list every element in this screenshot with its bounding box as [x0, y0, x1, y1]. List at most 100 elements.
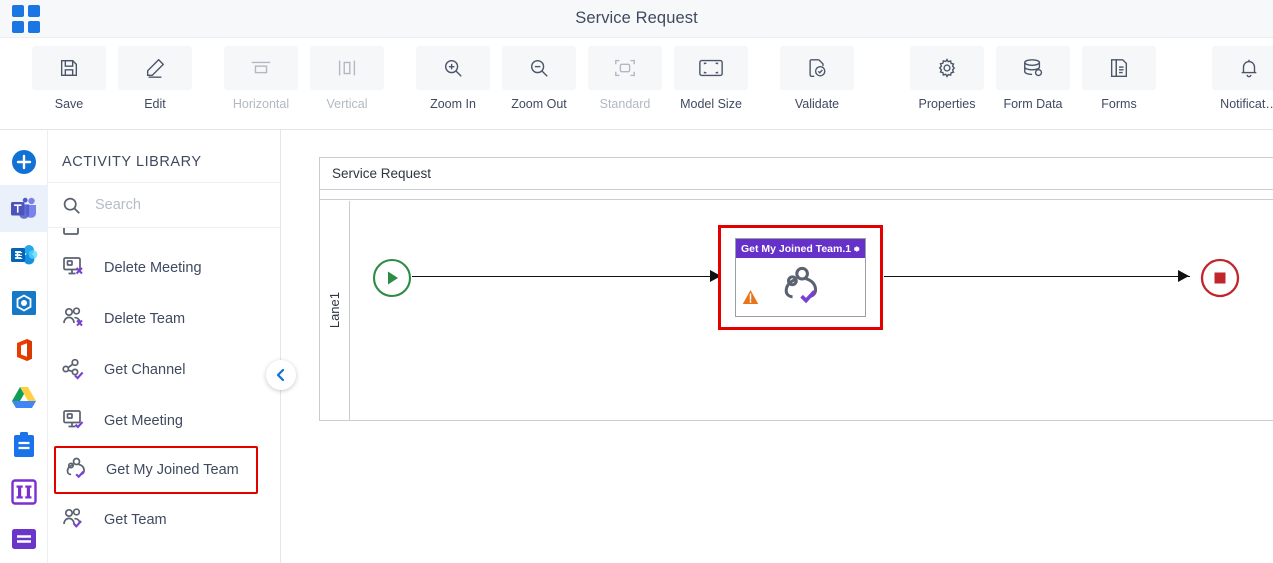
- document-icon: [1082, 46, 1156, 90]
- toolbar-label: Zoom In: [430, 97, 476, 111]
- ms-sharepoint-icon: [11, 291, 36, 316]
- rail-item-microsoft-office[interactable]: [0, 327, 48, 374]
- toolbar-button-model-size[interactable]: Model Size: [674, 46, 748, 111]
- list-item-get-my-joined-team[interactable]: Get My Joined Team: [54, 446, 258, 494]
- list-item-get-channel[interactable]: Get Channel: [48, 344, 280, 395]
- toolbar-label: Form Data: [1003, 97, 1063, 111]
- toolbar-button-forms[interactable]: Forms: [1082, 46, 1156, 111]
- toolbar-label: Save: [54, 97, 84, 111]
- search-input[interactable]: [95, 197, 245, 213]
- get-team-icon: [62, 506, 90, 534]
- process-pool[interactable]: Service Request Lane1 Get My Joined Team…: [319, 157, 1273, 421]
- library-activity-list: Delete Meeting Delete Team Get Channel G…: [48, 228, 280, 563]
- pool-title: Service Request: [320, 158, 1273, 190]
- toolbar-label: Vertical: [326, 97, 368, 111]
- library-search-row: [48, 182, 280, 228]
- apps-grid-icon[interactable]: [12, 5, 40, 33]
- list-item-label: Get Meeting: [104, 412, 183, 429]
- toolbar-button-zoom-in[interactable]: Zoom In: [416, 46, 490, 111]
- zoom-in-icon: [416, 46, 490, 90]
- gear-icon[interactable]: [851, 243, 861, 255]
- toolbar-button-notifications[interactable]: Notificat…: [1212, 46, 1273, 111]
- get-meeting-icon: [62, 407, 90, 435]
- lane-body[interactable]: Get My Joined Team.1: [350, 201, 1273, 420]
- ms-teams-icon: [10, 197, 36, 219]
- activity-library-title: ACTIVITY LIBRARY: [62, 154, 202, 170]
- delete-team-icon: [62, 305, 90, 333]
- toolbar-button-zoom-out[interactable]: Zoom Out: [502, 46, 576, 111]
- clipboard-icon: [13, 432, 34, 458]
- toolbar-button-horizontal[interactable]: Horizontal: [224, 46, 298, 111]
- play-triangle-icon: [372, 258, 412, 298]
- delete-meeting-icon: [62, 254, 90, 282]
- toolbar-label: Zoom Out: [511, 97, 567, 111]
- standard-size-icon: [588, 46, 662, 90]
- toolbar-button-vertical[interactable]: Vertical: [310, 46, 384, 111]
- list-item-label: Delete Meeting: [104, 259, 202, 276]
- start-event[interactable]: [372, 258, 412, 303]
- toolbar-label: Validate: [794, 97, 840, 111]
- google-drive-icon: [11, 387, 36, 409]
- toolbar-button-edit[interactable]: Edit: [118, 46, 192, 111]
- sequence-flow-2-arrow: [1178, 270, 1189, 282]
- page-title: Service Request: [575, 9, 698, 27]
- activity-body: [736, 258, 865, 316]
- database-icon: [996, 46, 1070, 90]
- ms-exchange-icon: E: [10, 245, 37, 265]
- gear-icon: [910, 46, 984, 90]
- toolbar-label: Notificat…: [1220, 97, 1273, 111]
- list-item-get-meeting[interactable]: Get Meeting: [48, 395, 280, 446]
- list-item-partial[interactable]: [48, 228, 280, 242]
- toolbar-button-standard[interactable]: Standard: [588, 46, 662, 111]
- list-item-delete-team[interactable]: Delete Team: [48, 293, 280, 344]
- toolbar-label: Standard: [599, 97, 651, 111]
- rail-item-add-connector[interactable]: [0, 138, 48, 185]
- rail-item-more-apps[interactable]: [0, 516, 48, 563]
- rail-item-microsoft-exchange[interactable]: E: [0, 232, 48, 279]
- list-item-label: Get Channel: [104, 361, 186, 378]
- rail-item-clipboard-tasks[interactable]: [0, 421, 48, 468]
- activity-node-get-my-joined-team[interactable]: Get My Joined Team.1: [735, 238, 866, 317]
- rail-item-google-drive[interactable]: [0, 374, 48, 421]
- ms-office-icon: [16, 339, 32, 362]
- title-bar: Service Request: [0, 0, 1273, 38]
- diagram-canvas[interactable]: Service Request Lane1 Get My Joined Team…: [281, 130, 1273, 563]
- warning-triangle-icon[interactable]: [742, 289, 759, 310]
- toolbar-button-form-data[interactable]: Form Data: [996, 46, 1070, 111]
- sequence-flow-2[interactable]: [884, 276, 1190, 277]
- toolbar-label: Horizontal: [232, 97, 290, 111]
- toolbar-label: Model Size: [680, 97, 742, 111]
- rail-item-jira[interactable]: [0, 469, 48, 516]
- sequence-flow-1[interactable]: [412, 276, 722, 277]
- rail-item-microsoft-teams[interactable]: [0, 185, 48, 233]
- lane-label: Lane1: [320, 201, 350, 420]
- toolbar-button-validate[interactable]: Validate: [780, 46, 854, 111]
- pool-lane: Lane1 Get My Joined Team.1: [320, 201, 1273, 420]
- pencil-edit-icon: [118, 46, 192, 90]
- get-my-joined-team-icon: [64, 456, 92, 484]
- collapse-panel-button[interactable]: [266, 360, 296, 390]
- toolbar-button-save[interactable]: Save: [32, 46, 106, 111]
- validate-check-icon: [780, 46, 854, 90]
- horizontal-align-icon: [224, 46, 298, 90]
- get-channel-icon: [62, 356, 90, 384]
- rail-item-microsoft-sharepoint[interactable]: [0, 280, 48, 327]
- partial-activity-icon: [62, 228, 90, 242]
- search-icon: [63, 197, 80, 214]
- activity-selection-frame[interactable]: Get My Joined Team.1: [718, 225, 883, 330]
- list-item-get-team[interactable]: Get Team: [48, 494, 280, 545]
- model-size-icon: [674, 46, 748, 90]
- activity-header: Get My Joined Team.1: [736, 239, 865, 258]
- list-item-delete-meeting[interactable]: Delete Meeting: [48, 242, 280, 293]
- toolbar-label: Forms: [1101, 97, 1137, 111]
- toolbar-button-properties[interactable]: Properties: [910, 46, 984, 111]
- chevron-left-icon: [276, 368, 285, 382]
- toolbar-label: Properties: [918, 97, 976, 111]
- end-event[interactable]: [1200, 258, 1240, 303]
- plus-circle-icon: [11, 149, 36, 174]
- stop-square-icon: [1200, 258, 1240, 298]
- vertical-align-icon: [310, 46, 384, 90]
- list-item-label: Delete Team: [104, 310, 186, 327]
- list-item-label: Get My Joined Team: [106, 462, 239, 478]
- activity-library-panel: ACTIVITY LIBRARY Search Delete Meeting D…: [48, 130, 296, 563]
